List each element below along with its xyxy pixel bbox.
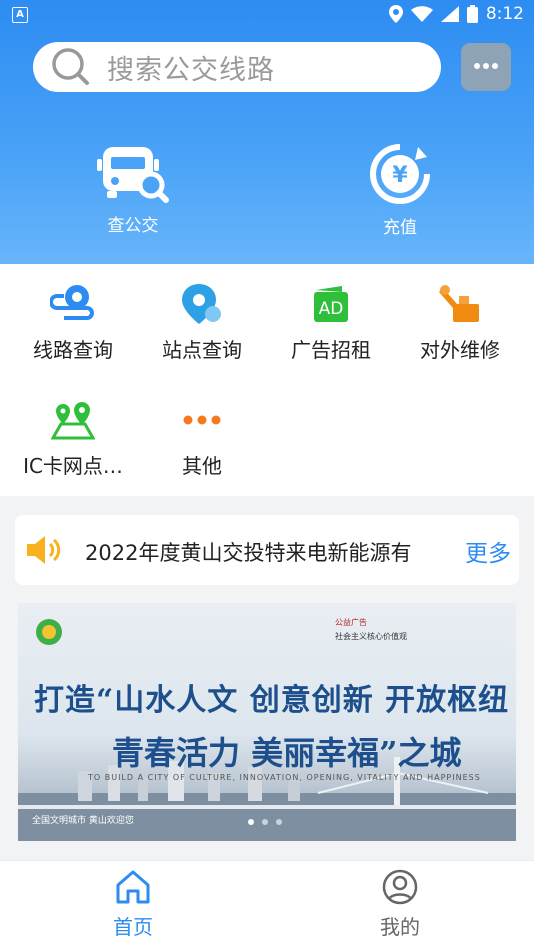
- search-icon: [52, 48, 89, 85]
- more-dots-icon: [183, 415, 221, 425]
- wifi-icon: [410, 6, 433, 22]
- service-label: 线路查询: [33, 338, 113, 362]
- notice-bar[interactable]: 2022年度黄山交投特来电新能源有 更多: [15, 515, 519, 585]
- message-button[interactable]: [461, 43, 511, 91]
- carousel-dot[interactable]: [276, 819, 282, 825]
- bus-search-button[interactable]: 查公交: [73, 143, 193, 236]
- carousel-dot[interactable]: [262, 819, 268, 825]
- city-logo: [36, 619, 62, 645]
- banner-footer: 全国文明城市 黄山欢迎您: [32, 816, 134, 826]
- service-ic-card-outlets[interactable]: IC卡网点…: [6, 400, 140, 479]
- banner-headline-2: 青春活力 美丽幸福”之城: [112, 734, 462, 772]
- carousel-dots[interactable]: [248, 819, 282, 825]
- ad-icon: AD: [314, 286, 348, 322]
- sim-indicator: A: [12, 7, 28, 23]
- tab-home-label: 首页: [113, 915, 153, 939]
- banner-subtitle: TO BUILD A CITY OF CULTURE, INNOVATION, …: [88, 773, 481, 782]
- recharge-label: 充值: [383, 218, 417, 238]
- banner-side-text: 公益广告: [335, 618, 367, 627]
- bottom-tab-bar: 首页 我的: [0, 860, 534, 951]
- banner-headline-1: 打造“山水人文 创意创新 开放枢纽: [34, 683, 510, 718]
- service-ad-rental[interactable]: AD 广告招租: [264, 284, 398, 363]
- svg-text:¥: ¥: [392, 163, 408, 188]
- service-label: 广告招租: [291, 338, 371, 362]
- carousel-dot[interactable]: [248, 819, 254, 825]
- speaker-icon: [27, 536, 61, 564]
- signal-icon: [440, 6, 459, 22]
- bus-search-icon: [97, 147, 169, 203]
- service-label: 其他: [182, 454, 222, 478]
- svg-text:AD: AD: [319, 299, 344, 319]
- notice-more-link[interactable]: 更多: [465, 534, 511, 568]
- battery-icon: [466, 5, 478, 23]
- tab-profile[interactable]: 我的: [340, 869, 460, 940]
- station-pin-icon: [182, 284, 221, 324]
- tab-profile-label: 我的: [380, 915, 420, 939]
- promo-banner[interactable]: 公益广告 社会主义核心价值观 打造“山水人文 创意创新 开放枢纽 青春活力 美丽…: [18, 603, 516, 841]
- recharge-button[interactable]: ¥ 充值: [340, 143, 460, 238]
- location-icon: [388, 5, 403, 23]
- bus-search-label: 查公交: [107, 216, 159, 236]
- search-placeholder[interactable]: 搜索公交线路: [107, 48, 275, 87]
- home-icon: [116, 870, 150, 904]
- service-other[interactable]: 其他: [135, 400, 269, 479]
- repair-icon: [439, 285, 479, 322]
- service-label: 站点查询: [162, 338, 242, 362]
- service-grid: 线路查询 站点查询 AD 广告招租 对外维修 IC卡网点… 其他: [0, 264, 534, 496]
- service-route-query[interactable]: 线路查询: [6, 284, 140, 363]
- clock: 8:12: [485, 4, 524, 24]
- service-label: IC卡网点…: [23, 454, 123, 478]
- chat-bubble-icon: [474, 63, 498, 69]
- service-station-query[interactable]: 站点查询: [135, 284, 269, 363]
- status-bar: A 8:12: [0, 0, 534, 30]
- service-label: 对外维修: [420, 338, 500, 362]
- route-icon: [50, 285, 94, 320]
- profile-icon: [382, 869, 418, 905]
- recharge-yen-icon: ¥: [370, 144, 430, 204]
- map-pins-icon: [51, 402, 95, 440]
- banner-side-text-2: 社会主义核心价值观: [335, 632, 407, 641]
- service-repair[interactable]: 对外维修: [393, 284, 527, 363]
- tab-home[interactable]: 首页: [73, 869, 193, 940]
- notice-text[interactable]: 2022年度黄山交投特来电新能源有: [85, 537, 411, 567]
- search-bar[interactable]: 搜索公交线路: [33, 42, 441, 92]
